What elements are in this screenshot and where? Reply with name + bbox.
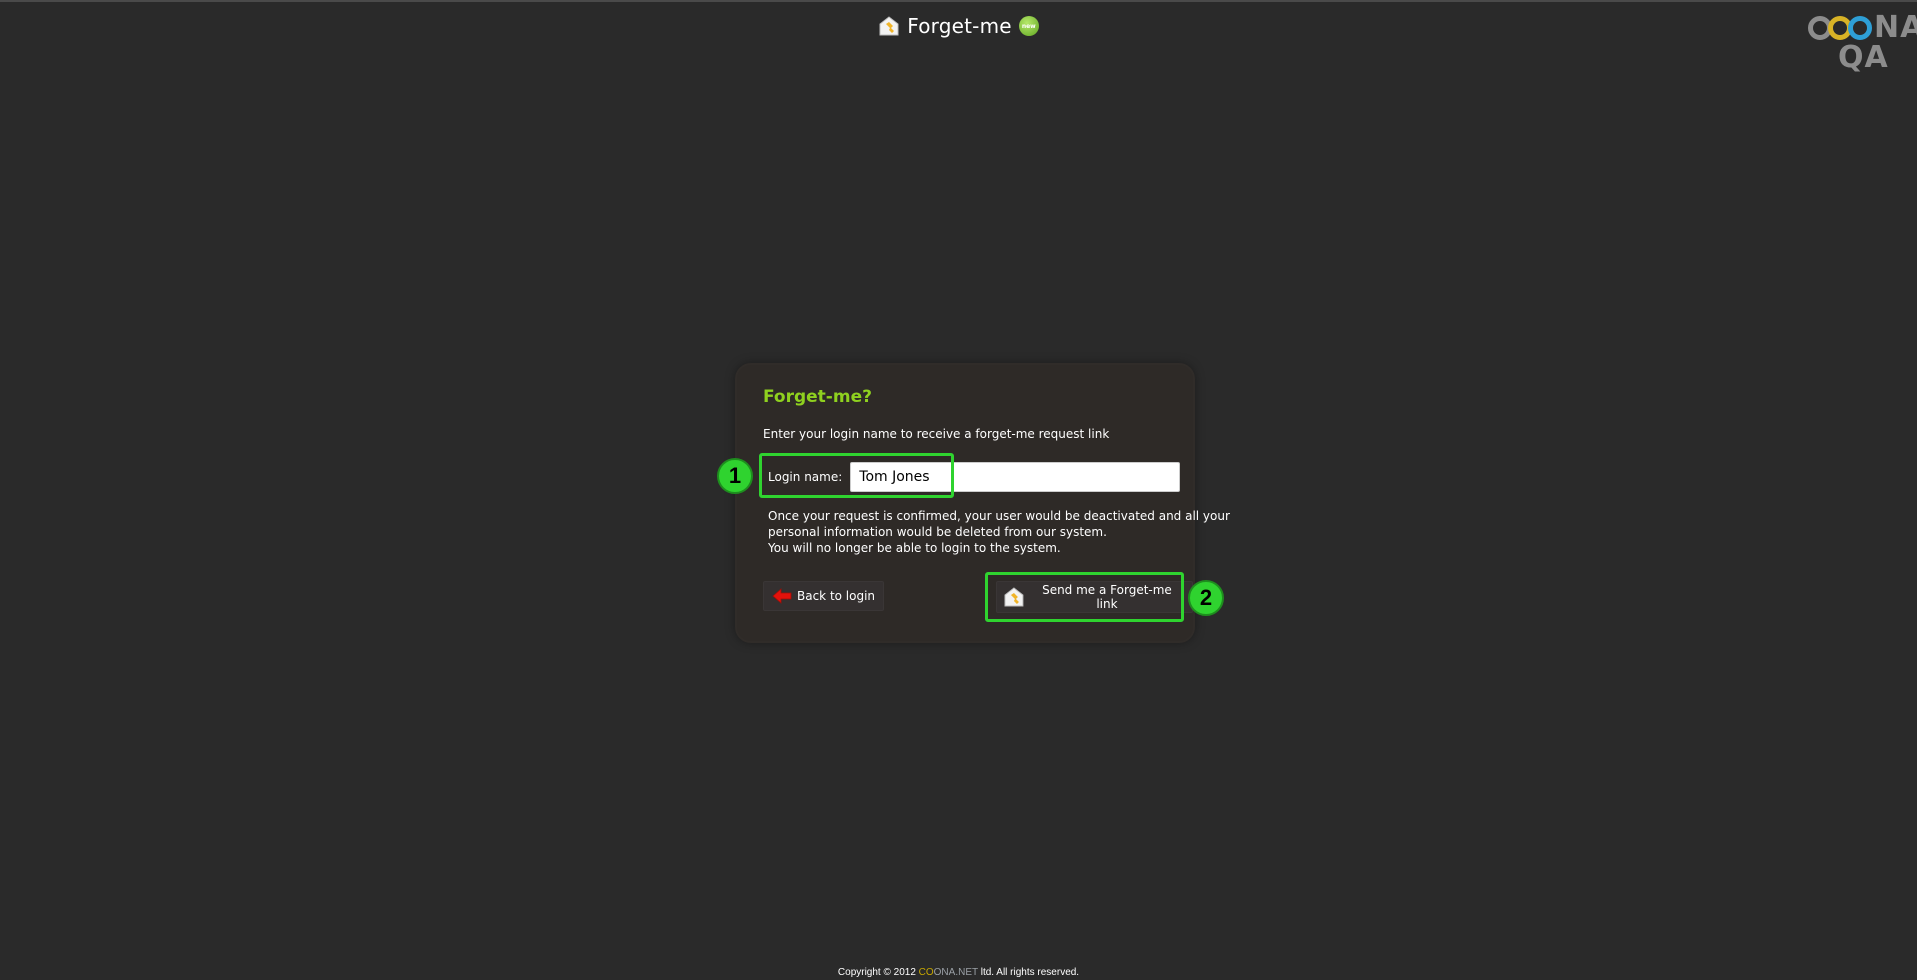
coona-qa-logo: NA QA <box>1808 12 1917 75</box>
step-marker-1: 1 <box>717 458 753 494</box>
warning-line: Once your request is confirmed, your use… <box>768 509 1230 523</box>
card-title: Forget-me? <box>763 387 872 407</box>
login-field-row: Login name: <box>768 462 1181 492</box>
login-name-input[interactable] <box>850 462 1181 492</box>
footer-prefix: Copyright © 2012 <box>837 967 919 978</box>
send-forget-me-link-button[interactable]: Send me a Forget-me link <box>996 581 1193 613</box>
page-title: Forget-me <box>907 14 1012 38</box>
back-to-login-label: Back to login <box>797 589 876 603</box>
warning-line: You will no longer be able to login to t… <box>768 541 1061 555</box>
top-border <box>0 0 1917 2</box>
deactivation-warning: Once your request is confirmed, your use… <box>768 508 1230 556</box>
footer-suffix: ltd. All rights reserved. <box>977 967 1080 978</box>
logo-ring-blue <box>1848 16 1872 40</box>
forget-me-house-icon <box>879 16 899 36</box>
footer-brand-co: CO <box>918 967 934 978</box>
copyright-footer: Copyright © 2012 COONA.NET ltd. All righ… <box>0 967 1917 978</box>
new-badge-icon: new <box>1018 16 1039 36</box>
card-subtitle: Enter your login name to receive a forge… <box>763 427 1110 441</box>
footer-brand-rest: ONA.NET <box>933 967 978 978</box>
forget-me-house-icon <box>1004 587 1024 607</box>
warning-line: personal information would be deleted fr… <box>768 525 1107 539</box>
new-badge-text: new <box>1021 22 1036 30</box>
brand-text-line2: QA <box>1838 40 1889 75</box>
red-arrow-left-icon <box>772 588 792 604</box>
send-forget-me-link-label: Send me a Forget-me link <box>1042 583 1172 611</box>
back-to-login-button[interactable]: Back to login <box>763 581 885 611</box>
forget-me-card: Forget-me? Enter your login name to rece… <box>735 363 1230 643</box>
page-header: Forget-me new <box>0 12 1917 40</box>
step-marker-2: 2 <box>1188 580 1224 616</box>
login-name-label: Login name: <box>768 470 843 484</box>
